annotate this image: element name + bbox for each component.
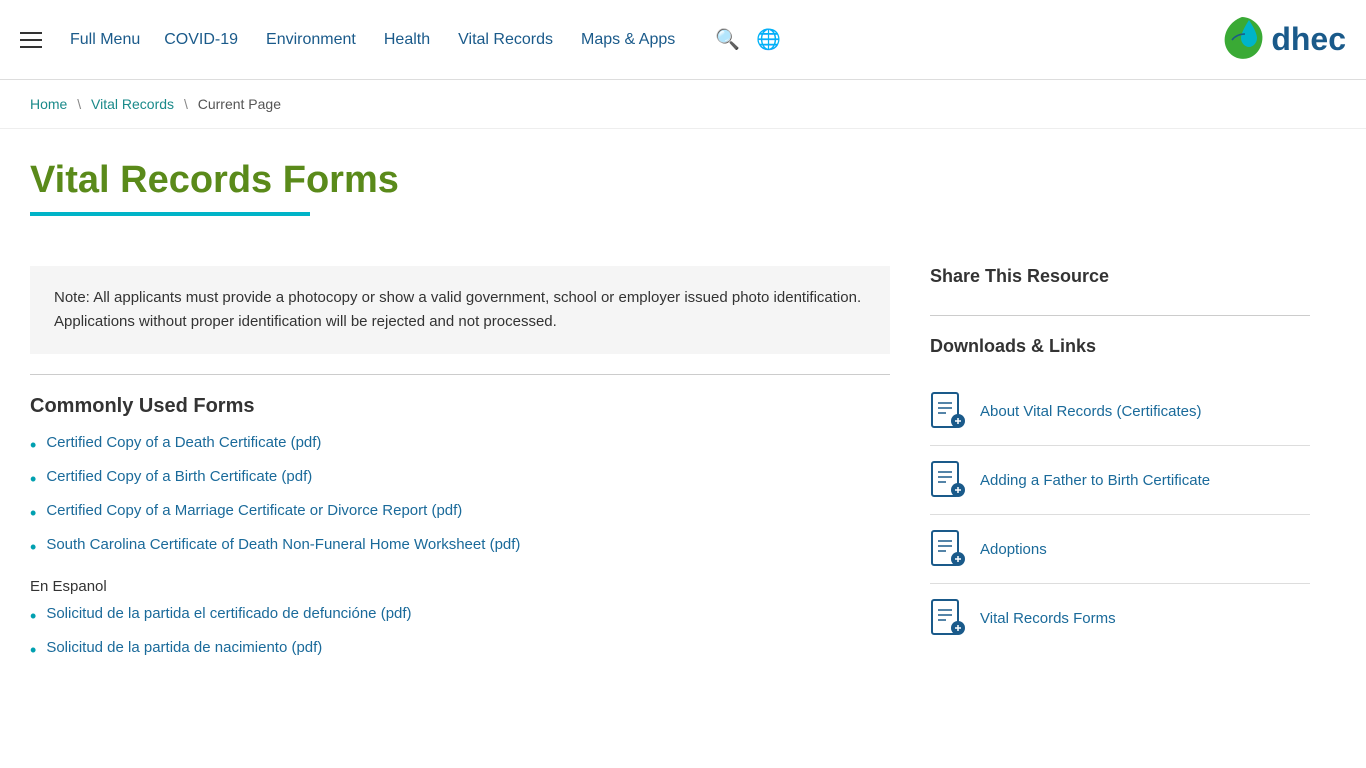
bullet-icon: • xyxy=(30,469,36,490)
nav-vital-records[interactable]: Vital Records xyxy=(458,31,553,48)
document-icon xyxy=(930,460,966,500)
list-item: • South Carolina Certificate of Death No… xyxy=(30,536,890,558)
bullet-icon: • xyxy=(30,537,36,558)
bullet-icon: • xyxy=(30,435,36,456)
full-menu-link[interactable]: Full Menu xyxy=(70,31,140,49)
page-title-area: Vital Records Forms xyxy=(0,129,1366,246)
bullet-icon: • xyxy=(30,640,36,661)
download-link-about[interactable]: About Vital Records (Certificates) xyxy=(980,403,1201,420)
download-link-adoptions[interactable]: Adoptions xyxy=(980,541,1047,558)
download-item[interactable]: Adoptions xyxy=(930,515,1310,584)
espanol-label: En Espanol xyxy=(30,578,890,595)
form-link-sc-death[interactable]: South Carolina Certificate of Death Non-… xyxy=(46,536,520,553)
form-link-marriage-cert[interactable]: Certified Copy of a Marriage Certificate… xyxy=(46,502,462,519)
title-underline xyxy=(30,212,310,216)
list-item: • Certified Copy of a Marriage Certifica… xyxy=(30,502,890,524)
sidebar: Share This Resource Downloads & Links Ab… xyxy=(930,266,1310,681)
breadcrumb-sep-2: \ xyxy=(184,96,188,112)
form-link-birth-cert[interactable]: Certified Copy of a Birth Certificate (p… xyxy=(46,468,312,485)
share-title: Share This Resource xyxy=(930,266,1310,295)
nav-covid[interactable]: COVID-19 xyxy=(164,31,238,48)
breadcrumb-current: Current Page xyxy=(198,96,281,112)
form-link-death-cert[interactable]: Certified Copy of a Death Certificate (p… xyxy=(46,434,321,451)
bullet-icon: • xyxy=(30,503,36,524)
breadcrumb-vital-records[interactable]: Vital Records xyxy=(91,96,174,112)
logo-leaf-icon xyxy=(1217,12,1267,67)
document-icon xyxy=(930,529,966,569)
header-left: Full Menu COVID-19 Environment Health Vi… xyxy=(20,27,781,52)
nav-environment[interactable]: Environment xyxy=(266,31,356,48)
nav-maps-apps[interactable]: Maps & Apps xyxy=(581,31,675,48)
globe-icon[interactable]: 🌐 xyxy=(756,27,781,52)
breadcrumb-home[interactable]: Home xyxy=(30,96,67,112)
main-nav: COVID-19 Environment Health Vital Record… xyxy=(164,31,675,49)
note-text: Note: All applicants must provide a phot… xyxy=(54,286,866,334)
forms-list: • Certified Copy of a Death Certificate … xyxy=(30,434,890,558)
download-link-father[interactable]: Adding a Father to Birth Certificate xyxy=(980,472,1210,489)
downloads-title: Downloads & Links xyxy=(930,336,1310,357)
list-item: • Solicitud de la partida el certificado… xyxy=(30,605,890,627)
logo[interactable]: dhec xyxy=(1217,12,1346,67)
espanol-forms-list: • Solicitud de la partida el certificado… xyxy=(30,605,890,661)
breadcrumb-sep-1: \ xyxy=(77,96,81,112)
page-title: Vital Records Forms xyxy=(30,159,1336,202)
document-icon xyxy=(930,598,966,638)
download-item[interactable]: Vital Records Forms xyxy=(930,584,1310,652)
hamburger-menu[interactable] xyxy=(20,32,42,48)
note-box: Note: All applicants must provide a phot… xyxy=(30,266,890,354)
main-content: Note: All applicants must provide a phot… xyxy=(30,266,890,681)
bullet-icon: • xyxy=(30,606,36,627)
download-item[interactable]: Adding a Father to Birth Certificate xyxy=(930,446,1310,515)
list-item: • Certified Copy of a Death Certificate … xyxy=(30,434,890,456)
form-link-espanol-birth[interactable]: Solicitud de la partida de nacimiento (p… xyxy=(46,639,322,656)
sidebar-divider xyxy=(930,315,1310,316)
logo-text: dhec xyxy=(1271,21,1346,58)
download-item[interactable]: About Vital Records (Certificates) xyxy=(930,377,1310,446)
share-section: Share This Resource xyxy=(930,266,1310,295)
header: Full Menu COVID-19 Environment Health Vi… xyxy=(0,0,1366,80)
breadcrumb: Home \ Vital Records \ Current Page xyxy=(0,80,1366,129)
form-link-espanol-death[interactable]: Solicitud de la partida el certificado d… xyxy=(46,605,411,622)
search-icon[interactable]: 🔍 xyxy=(715,27,740,52)
download-link-vital-records[interactable]: Vital Records Forms xyxy=(980,610,1116,627)
content-divider xyxy=(30,374,890,375)
document-icon xyxy=(930,391,966,431)
commonly-used-heading: Commonly Used Forms xyxy=(30,395,890,418)
nav-health[interactable]: Health xyxy=(384,31,430,48)
header-icons: 🔍 🌐 xyxy=(715,27,781,52)
list-item: • Solicitud de la partida de nacimiento … xyxy=(30,639,890,661)
nav-links: COVID-19 Environment Health Vital Record… xyxy=(164,31,675,49)
downloads-section: Downloads & Links About Vital Records (C… xyxy=(930,336,1310,652)
list-item: • Certified Copy of a Birth Certificate … xyxy=(30,468,890,490)
main-layout: Note: All applicants must provide a phot… xyxy=(0,246,1366,701)
